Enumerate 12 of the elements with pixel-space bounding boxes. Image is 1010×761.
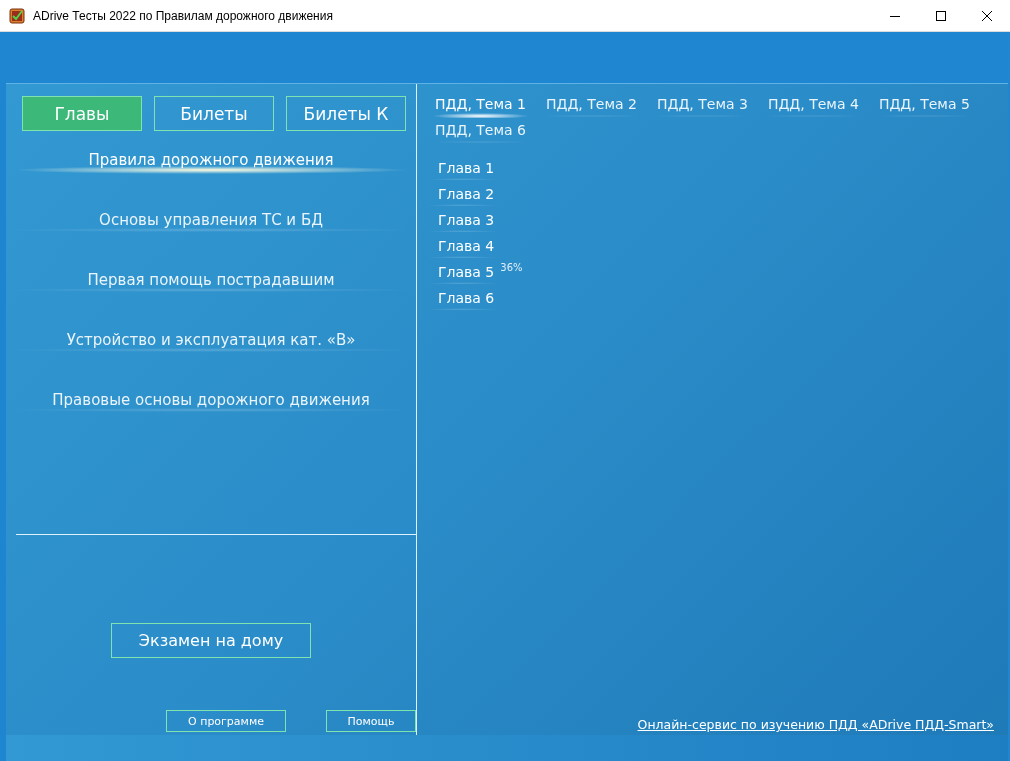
mode-tab[interactable]: Билеты <box>154 96 274 131</box>
maximize-icon <box>936 10 946 21</box>
window-title: ADrive Тесты 2022 по Правилам дорожного движения <box>33 8 333 23</box>
exam-button[interactable]: Экзамен на дому <box>111 623 311 658</box>
about-button[interactable]: О программе <box>166 710 286 732</box>
mode-tab[interactable]: Билеты К <box>286 96 406 131</box>
mode-tab[interactable]: Главы <box>22 96 142 131</box>
online-service-link[interactable]: Онлайн-сервис по изучению ПДД «ADrive ПДД-Smart» <box>637 717 994 732</box>
help-button[interactable]: Помощь <box>326 710 416 732</box>
close-icon <box>982 10 992 21</box>
progress-label: 36% <box>500 262 523 273</box>
app-icon <box>9 7 25 24</box>
